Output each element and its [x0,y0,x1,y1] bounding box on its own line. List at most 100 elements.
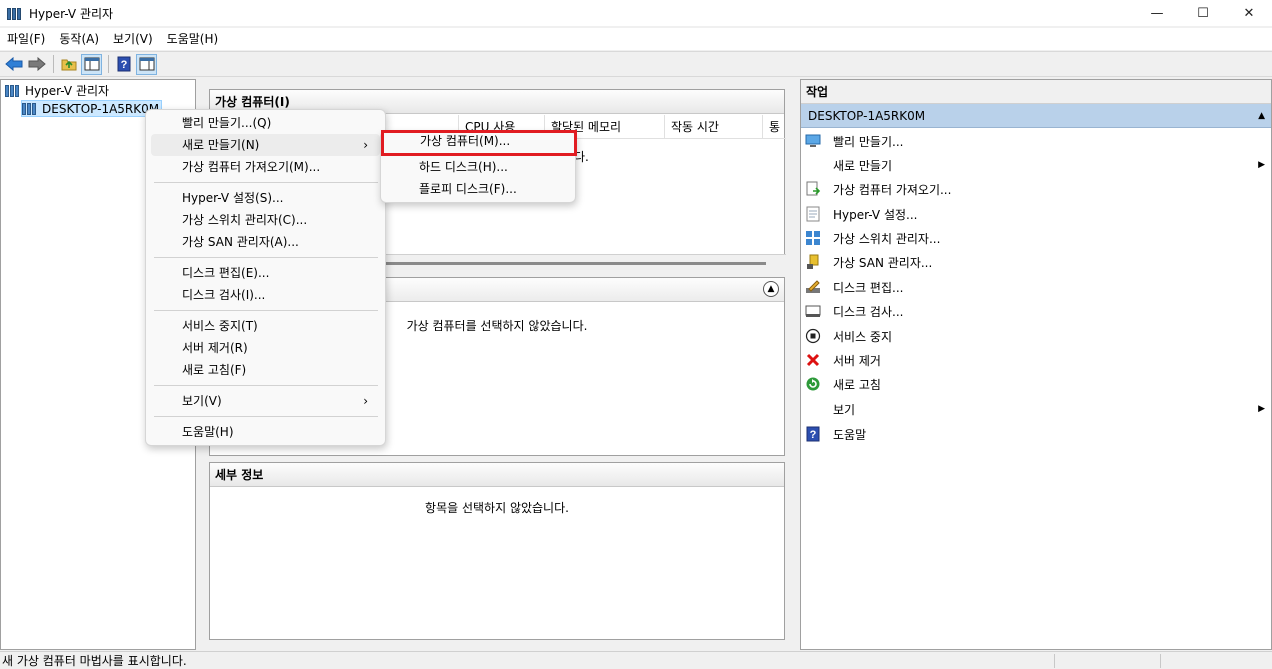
action-virtual-san-manager[interactable]: 가상 SAN 관리자... [805,251,1267,273]
action-label: 디스크 검사... [833,304,904,319]
sub-new-virtual-machine[interactable]: 가상 컴퓨터(M)... [381,130,577,156]
tree-item-hyperv-manager[interactable]: Hyper-V 관리자 [5,82,109,99]
window-title: Hyper-V 관리자 [29,6,114,21]
back-arrow-icon[interactable] [3,54,24,75]
remove-server-icon [805,352,821,368]
sub-new-hard-disk[interactable]: 하드 디스크(H)... [383,156,575,178]
menu-view[interactable]: 보기(V) [106,29,160,49]
ctx-view-label: 보기(V) [182,394,222,408]
ctx-hyperv-settings[interactable]: Hyper-V 설정(S)... [151,187,380,209]
action-label: 서비스 중지 [833,329,893,344]
details-panel-title: 세부 정보 [210,463,784,487]
collapse-up-icon[interactable]: ▲ [1258,104,1265,128]
action-label: 도움말 [833,427,867,442]
actions-host-header[interactable]: DESKTOP-1A5RK0M ▲ [801,104,1271,128]
menu-bar: 파일(F) 동작(A) 보기(V) 도움말(H) [0,28,1272,50]
status-text: 새 가상 컴퓨터 마법사를 표시합니다. [2,654,187,668]
action-stop-service[interactable]: 서비스 중지 [805,325,1267,347]
action-label: 서버 제거 [833,353,881,368]
action-label: 가상 컴퓨터 가져오기... [833,182,952,197]
menu-action[interactable]: 동작(A) [52,29,106,49]
toolbar-separator [108,55,109,73]
edit-disk-icon [805,279,821,295]
ctx-virtual-san-manager[interactable]: 가상 SAN 관리자(A)... [151,231,380,253]
tree-item-host[interactable]: DESKTOP-1A5RK0M [21,100,163,117]
stop-service-icon [805,328,821,344]
column-uptime[interactable]: 작동 시간 [664,115,762,139]
action-view[interactable]: 보기 ▶ [805,398,1267,420]
ctx-virtual-switch-manager[interactable]: 가상 스위치 관리자(C)... [151,209,380,231]
svg-text:?: ? [810,429,817,441]
settings-icon [805,206,821,222]
context-menu: 빨리 만들기...(Q) 새로 만들기(N) › 가상 컴퓨터 가져오기(M).… [145,109,386,446]
sub-new-floppy-disk[interactable]: 플로피 디스크(F)... [383,178,575,200]
ctx-import-vm[interactable]: 가상 컴퓨터 가져오기(M)... [151,156,380,178]
ctx-edit-disk[interactable]: 디스크 편집(E)... [151,262,380,284]
action-label: 새로 고침 [833,377,881,392]
menu-separator [154,385,378,386]
switch-manager-icon [805,230,821,246]
submenu-arrow-icon: ▶ [1258,404,1265,414]
hyperv-app-icon [7,6,23,20]
tree-host-label: DESKTOP-1A5RK0M [42,101,160,116]
up-folder-icon[interactable] [58,54,79,75]
menu-separator [154,416,378,417]
title-bar: Hyper-V 관리자 — ☐ ✕ [0,0,1272,26]
forward-arrow-icon[interactable] [26,54,47,75]
ctx-inspect-disk[interactable]: 디스크 검사(I)... [151,284,380,306]
action-label: 디스크 편집... [833,280,904,295]
menu-separator [154,310,378,311]
action-virtual-switch-manager[interactable]: 가상 스위치 관리자... [805,227,1267,249]
action-label: 가상 SAN 관리자... [833,255,933,270]
ctx-quick-create[interactable]: 빨리 만들기...(Q) [151,112,380,134]
actions-pane: 작업 DESKTOP-1A5RK0M ▲ 빨리 만들기... 새로 만들기 ▶ … [800,79,1272,650]
menu-file[interactable]: 파일(F) [0,29,52,49]
ctx-stop-service[interactable]: 서비스 중지(T) [151,315,380,337]
menu-separator [154,182,378,183]
status-divider [1054,654,1055,668]
svg-text:?: ? [120,59,127,71]
horizontal-scrollbar-thumb[interactable] [380,262,766,265]
show-hide-action-pane-icon[interactable] [136,53,157,75]
ctx-refresh[interactable]: 새로 고침(F) [151,359,380,381]
ctx-new[interactable]: 새로 만들기(N) › [151,134,380,156]
help-icon: ? [805,426,821,442]
action-refresh[interactable]: 새로 고침 [805,373,1267,395]
collapse-icon[interactable]: ▲ [763,281,779,297]
action-hyperv-settings[interactable]: Hyper-V 설정... [805,203,1267,225]
tree-root-label: Hyper-V 관리자 [25,84,110,98]
help-icon[interactable]: ? [113,54,134,75]
inspect-disk-icon [805,303,821,319]
action-inspect-disk[interactable]: 디스크 검사... [805,300,1267,322]
menu-separator [154,257,378,258]
hyperv-manager-icon [5,84,21,97]
toolbar: ? [0,51,1272,77]
ctx-new-label: 새로 만들기(N) [182,138,260,152]
minimize-button[interactable]: — [1134,0,1180,26]
ctx-help[interactable]: 도움말(H) [151,421,380,443]
actions-host-label: DESKTOP-1A5RK0M [808,109,926,123]
action-new[interactable]: 새로 만들기 ▶ [805,154,1267,176]
action-label: 가상 스위치 관리자... [833,231,941,246]
submenu-arrow-icon: ▶ [1258,160,1265,170]
show-hide-tree-icon[interactable] [81,53,102,75]
column-status[interactable]: 통 [762,115,786,139]
toolbar-separator [53,55,54,73]
close-button[interactable]: ✕ [1226,0,1272,26]
action-quick-create[interactable]: 빨리 만들기... [805,130,1267,152]
action-help[interactable]: ? 도움말 [805,423,1267,445]
maximize-button[interactable]: ☐ [1180,0,1226,26]
status-divider [1160,654,1161,668]
new-submenu: 가상 컴퓨터(M)... 하드 디스크(H)... 플로피 디스크(F)... [380,130,577,203]
action-edit-disk[interactable]: 디스크 편집... [805,276,1267,298]
action-import-vm[interactable]: 가상 컴퓨터 가져오기... [805,178,1267,200]
menu-help[interactable]: 도움말(H) [160,29,226,49]
action-remove-server[interactable]: 서버 제거 [805,349,1267,371]
actions-title: 작업 [801,80,1271,104]
quick-create-icon [805,133,821,149]
ctx-remove-server[interactable]: 서버 제거(R) [151,337,380,359]
san-manager-icon [805,254,821,270]
import-vm-icon [805,181,821,197]
refresh-icon [805,376,821,392]
ctx-view[interactable]: 보기(V) › [151,390,380,412]
